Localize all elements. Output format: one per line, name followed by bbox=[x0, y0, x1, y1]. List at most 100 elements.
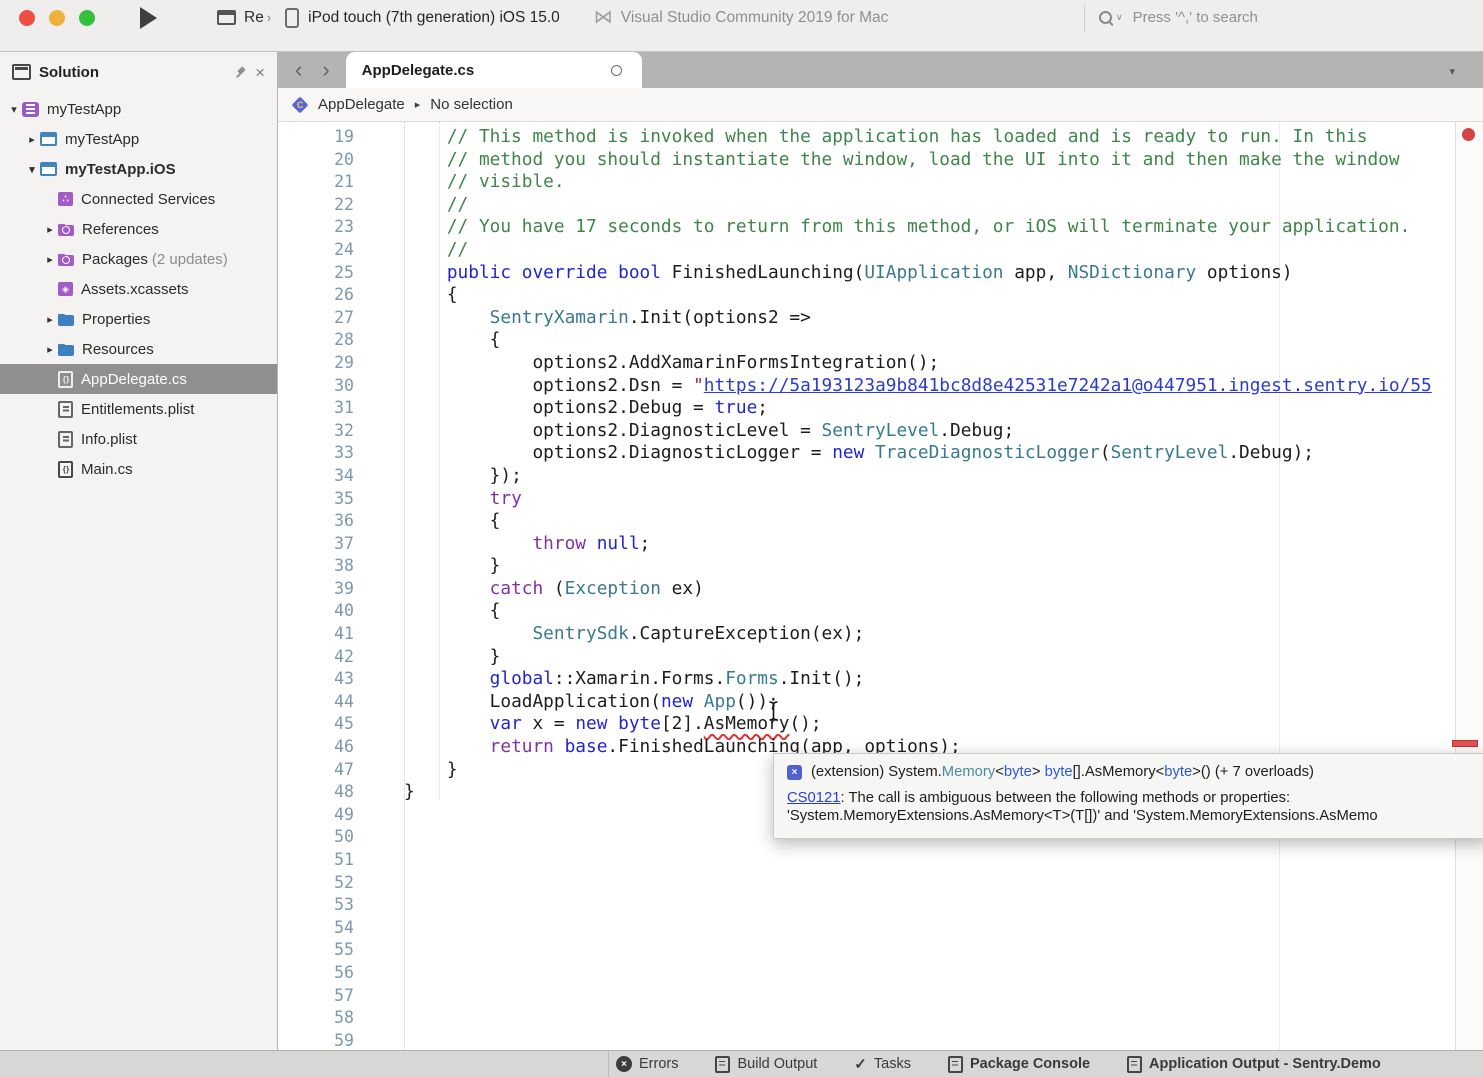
global-search-field[interactable]: ∨ Press '^,' to search bbox=[1084, 4, 1471, 32]
code-line-20[interactable]: 20 // method you should instantiate the … bbox=[278, 149, 1483, 172]
expander-right-icon[interactable]: ▸ bbox=[42, 253, 58, 266]
code-line-41[interactable]: 41 SentrySdk.CaptureException(ex); bbox=[278, 623, 1483, 646]
code-line-37[interactable]: 37 throw null; bbox=[278, 533, 1483, 556]
code-token: options2.DiagnosticLevel = bbox=[532, 420, 821, 441]
expander-right-icon[interactable]: ▸ bbox=[42, 313, 58, 326]
solution-tree: ▾myTestApp▸myTestApp▾myTestApp.iOSConnec… bbox=[0, 94, 277, 484]
code-line-34[interactable]: 34 }); bbox=[278, 465, 1483, 488]
close-window-button[interactable] bbox=[19, 10, 35, 26]
code-line-58[interactable]: 58 bbox=[278, 1007, 1483, 1030]
code-line-30[interactable]: 30 options2.Dsn = "https://5a193123a9b84… bbox=[278, 375, 1483, 398]
sidebar-item-assets-xcassets[interactable]: Assets.xcassets bbox=[0, 274, 277, 304]
expander-down-icon[interactable]: ▾ bbox=[6, 103, 22, 116]
sidebar-item-resources[interactable]: ▸Resources bbox=[0, 334, 277, 364]
code-line-38[interactable]: 38 } bbox=[278, 555, 1483, 578]
code-line-55[interactable]: 55 bbox=[278, 939, 1483, 962]
code-line-21[interactable]: 21 // visible. bbox=[278, 171, 1483, 194]
pad-button-application-output-sentry-demo[interactable]: Application Output - Sentry.Demo bbox=[1127, 1056, 1381, 1073]
code-line-35[interactable]: 35 try bbox=[278, 488, 1483, 511]
run-play-button[interactable] bbox=[140, 7, 157, 29]
code-editor[interactable]: 19 // This method is invoked when the ap… bbox=[278, 122, 1483, 1050]
line-number: 24 bbox=[278, 239, 354, 262]
code-line-53[interactable]: 53 bbox=[278, 894, 1483, 917]
code-line-59[interactable]: 59 bbox=[278, 1030, 1483, 1050]
code-line-45[interactable]: 45 var x = new byte[2].AsMemory(); bbox=[278, 713, 1483, 736]
pad-button-build-output[interactable]: Build Output bbox=[715, 1056, 817, 1073]
code-line-40[interactable]: 40 { bbox=[278, 600, 1483, 623]
sidebar-item-label: Assets.xcassets bbox=[81, 281, 189, 298]
code-line-22[interactable]: 22 // bbox=[278, 194, 1483, 217]
line-number: 21 bbox=[278, 171, 354, 194]
code-line-54[interactable]: 54 bbox=[278, 917, 1483, 940]
code-token: < bbox=[995, 764, 1004, 780]
sidebar-item-label: Main.cs bbox=[81, 461, 133, 478]
code-line-57[interactable]: 57 bbox=[278, 985, 1483, 1008]
sidebar-item-mytestapp[interactable]: ▸myTestApp bbox=[0, 124, 277, 154]
code-token[interactable]: https://5a193123a9b841bc8d8e42531e7242a1… bbox=[704, 375, 1432, 396]
breadcrumb-selection[interactable]: No selection bbox=[430, 96, 513, 113]
scrollbar-track[interactable] bbox=[1455, 122, 1483, 1050]
code-line-28[interactable]: 28 { bbox=[278, 329, 1483, 352]
code-line-23[interactable]: 23 // You have 17 seconds to return from… bbox=[278, 216, 1483, 239]
pad-button-package-console[interactable]: Package Console bbox=[948, 1056, 1090, 1073]
code-line-36[interactable]: 36 { bbox=[278, 510, 1483, 533]
pad-button-errors[interactable]: ×Errors bbox=[616, 1056, 678, 1072]
code-line-39[interactable]: 39 catch (Exception ex) bbox=[278, 578, 1483, 601]
close-icon[interactable]: × bbox=[255, 64, 265, 81]
sidebar-item-references[interactable]: ▸References bbox=[0, 214, 277, 244]
error-code-link[interactable]: CS0121 bbox=[787, 790, 840, 806]
code-text: { bbox=[354, 600, 500, 623]
sidebar-item-info-plist[interactable]: Info.plist bbox=[0, 424, 277, 454]
code-line-24[interactable]: 24 // bbox=[278, 239, 1483, 262]
device-selector[interactable]: iPod touch (7th generation) iOS 15.0 bbox=[308, 9, 560, 27]
tooltip-signature: × (extension) System.Memory<byte> byte[]… bbox=[787, 764, 1483, 780]
sidebar-item-mytestapp[interactable]: ▾myTestApp bbox=[0, 94, 277, 124]
sidebar-item-packages[interactable]: ▸Packages(2 updates) bbox=[0, 244, 277, 274]
code-line-42[interactable]: 42 } bbox=[278, 646, 1483, 669]
code-line-52[interactable]: 52 bbox=[278, 872, 1483, 895]
code-line-25[interactable]: 25 public override bool FinishedLaunchin… bbox=[278, 262, 1483, 285]
pad-button-label: Package Console bbox=[970, 1056, 1090, 1072]
navigate-forward-icon[interactable]: › bbox=[322, 59, 329, 81]
code-line-51[interactable]: 51 bbox=[278, 849, 1483, 872]
code-line-31[interactable]: 31 options2.Debug = true; bbox=[278, 397, 1483, 420]
sidebar-item-main-cs[interactable]: Main.cs bbox=[0, 454, 277, 484]
sidebar-item-properties[interactable]: ▸Properties bbox=[0, 304, 277, 334]
code-line-19[interactable]: 19 // This method is invoked when the ap… bbox=[278, 126, 1483, 149]
line-number: 40 bbox=[278, 600, 354, 623]
sidebar-item-appdelegate-cs[interactable]: AppDelegate.cs bbox=[0, 364, 277, 394]
code-line-44[interactable]: 44 LoadApplication(new App()); bbox=[278, 691, 1483, 714]
sidebar-item-connected-services[interactable]: Connected Services bbox=[0, 184, 277, 214]
code-text: { bbox=[354, 510, 500, 533]
run-configuration-selector[interactable]: Re bbox=[244, 9, 264, 27]
code-line-27[interactable]: 27 SentryXamarin.Init(options2 => bbox=[278, 307, 1483, 330]
pin-icon[interactable] bbox=[235, 66, 247, 78]
minimize-window-button[interactable] bbox=[49, 10, 65, 26]
expander-down-icon[interactable]: ▾ bbox=[24, 163, 40, 176]
sidebar-item-entitlements-plist[interactable]: Entitlements.plist bbox=[0, 394, 277, 424]
pad-button-tasks[interactable]: ✓Tasks bbox=[854, 1055, 911, 1073]
expander-right-icon[interactable]: ▸ bbox=[24, 133, 40, 146]
sidebar-item-mytestapp-ios[interactable]: ▾myTestApp.iOS bbox=[0, 154, 277, 184]
zoom-window-button[interactable] bbox=[79, 10, 95, 26]
breadcrumb: AppDelegate ▸ No selection bbox=[278, 88, 1483, 122]
code-token: >() (+ 7 overloads) bbox=[1192, 764, 1314, 780]
expander-right-icon[interactable]: ▸ bbox=[42, 343, 58, 356]
code-line-29[interactable]: 29 options2.AddXamarinFormsIntegration()… bbox=[278, 352, 1483, 375]
code-line-43[interactable]: 43 global::Xamarin.Forms.Forms.Init(); bbox=[278, 668, 1483, 691]
tab-list-dropdown-icon[interactable]: ▾ bbox=[1449, 65, 1455, 78]
line-number: 27 bbox=[278, 307, 354, 330]
code-line-33[interactable]: 33 options2.DiagnosticLogger = new Trace… bbox=[278, 442, 1483, 465]
code-line-56[interactable]: 56 bbox=[278, 962, 1483, 985]
navigate-back-icon[interactable]: ‹ bbox=[295, 59, 302, 81]
code-text: options2.AddXamarinFormsIntegration(); bbox=[354, 352, 939, 375]
expander-right-icon[interactable]: ▸ bbox=[42, 223, 58, 236]
code-line-32[interactable]: 32 options2.DiagnosticLevel = SentryLeve… bbox=[278, 420, 1483, 443]
services-icon bbox=[58, 192, 73, 206]
solution-pad-header: Solution × bbox=[0, 52, 277, 92]
code-token: .Init(); bbox=[779, 668, 865, 689]
code-line-26[interactable]: 26 { bbox=[278, 284, 1483, 307]
tab-appdelegate[interactable]: AppDelegate.cs bbox=[346, 52, 642, 88]
code-text: options2.Dsn = "https://5a193123a9b841bc… bbox=[354, 375, 1432, 398]
breadcrumb-class[interactable]: AppDelegate bbox=[318, 96, 405, 113]
